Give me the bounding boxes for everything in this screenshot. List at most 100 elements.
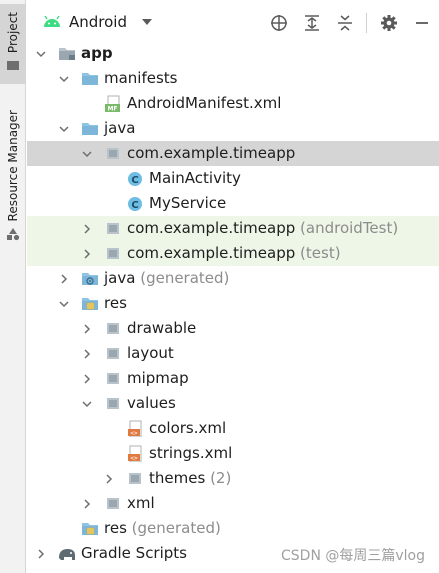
tree-node-label: AndroidManifest.xml <box>127 94 282 112</box>
tree-node-package-test[interactable]: com.example.timeapp (test) <box>27 241 439 266</box>
tree-node-label: app <box>81 44 113 62</box>
tree-node-label: Gradle Scripts <box>81 544 187 562</box>
view-selector[interactable]: Android <box>43 13 153 31</box>
tree-node-label: MainActivity <box>149 169 241 187</box>
tree-node-app[interactable]: app <box>27 41 439 66</box>
tree-node-main-activity[interactable]: MainActivity <box>27 166 439 191</box>
package-icon <box>129 473 141 484</box>
tree-node-res-generated[interactable]: res (generated) <box>27 516 439 541</box>
tree-node-label: res <box>104 294 127 312</box>
package-icon <box>107 323 119 334</box>
chevron-right-icon <box>84 349 90 359</box>
collapse-all-icon <box>338 15 352 31</box>
project-toolbar: Android <box>27 0 439 44</box>
view-selector-label: Android <box>69 13 127 31</box>
crosshair-icon <box>271 15 287 31</box>
minimize-icon <box>416 22 428 24</box>
tree-node-label: mipmap <box>127 369 189 387</box>
chevron-down-icon <box>82 151 92 157</box>
xml-file-icon <box>127 420 142 437</box>
chevron-down-icon <box>59 301 69 307</box>
tree-node-label: layout <box>127 344 174 362</box>
xml-file-icon <box>127 445 142 462</box>
tree-node-suffix: (generated) <box>131 519 221 537</box>
chevron-down-icon <box>59 126 69 132</box>
tree-node-label: xml <box>127 494 155 512</box>
resource-manager-tab-label: Resource Manager <box>6 110 20 222</box>
toolbar-separator <box>366 13 367 33</box>
chevron-right-icon <box>84 324 90 334</box>
select-opened-file-button[interactable] <box>268 12 290 34</box>
tree-node-label: com.example.timeapp <box>127 244 296 262</box>
tree-node-count: (2) <box>210 469 232 487</box>
tree-node-label: res <box>104 519 127 537</box>
chevron-right-icon <box>84 249 90 259</box>
project-tool-tab[interactable]: Project <box>0 4 26 84</box>
folder-icon <box>82 123 98 135</box>
tree-node-my-service[interactable]: MyService <box>27 191 439 216</box>
resource-manager-icon <box>7 228 20 241</box>
manifest-file-icon: MF <box>105 95 120 113</box>
class-icon <box>128 197 142 211</box>
tree-node-label: drawable <box>127 319 197 337</box>
package-icon <box>107 148 119 159</box>
resource-folder-icon <box>81 297 99 311</box>
gear-icon <box>381 15 397 31</box>
tree-node-label: MyService <box>149 194 227 212</box>
tree-node-manifests[interactable]: manifests <box>27 66 439 91</box>
expand-all-icon <box>305 15 319 31</box>
project-tree: app manifests MF AndroidManifest.xml jav… <box>27 41 439 566</box>
tree-node-themes[interactable]: themes (2) <box>27 466 439 491</box>
chevron-right-icon <box>61 274 67 284</box>
manifest-badge: MF <box>107 106 117 113</box>
chevron-right-icon <box>38 549 44 559</box>
project-folder-icon <box>7 61 19 71</box>
chevron-right-icon <box>84 499 90 509</box>
tree-node-package-main[interactable]: com.example.timeapp <box>27 141 439 166</box>
tree-node-java-generated[interactable]: java (generated) <box>27 266 439 291</box>
tree-node-colors-xml[interactable]: colors.xml <box>27 416 439 441</box>
resource-manager-tool-tab[interactable]: Resource Manager <box>0 104 26 254</box>
module-folder-icon <box>59 48 75 60</box>
tree-node-suffix: (test) <box>300 244 341 262</box>
tree-node-label: com.example.timeapp <box>127 144 296 162</box>
tree-node-label: values <box>127 394 176 412</box>
tree-node-label: strings.xml <box>149 444 233 462</box>
tree-node-android-manifest[interactable]: MF AndroidManifest.xml <box>27 91 439 116</box>
tree-node-label: java <box>104 119 136 137</box>
tree-node-label-group: com.example.timeapp (androidTest) <box>127 219 398 238</box>
tree-node-label-group: res (generated) <box>104 519 221 538</box>
tree-node-res[interactable]: res <box>27 291 439 316</box>
collapse-all-button[interactable] <box>334 12 356 34</box>
folder-icon <box>82 73 98 85</box>
tree-node-label-group: themes (2) <box>149 469 231 488</box>
tree-node-layout[interactable]: layout <box>27 341 439 366</box>
tree-node-label: colors.xml <box>149 419 227 437</box>
chevron-down-icon <box>59 76 69 82</box>
tree-node-xml[interactable]: xml <box>27 491 439 516</box>
package-icon <box>107 248 119 259</box>
tree-node-java[interactable]: java <box>27 116 439 141</box>
tree-node-label: themes <box>149 469 206 487</box>
chevron-right-icon <box>106 474 112 484</box>
class-icon <box>128 172 142 186</box>
hide-button[interactable] <box>411 12 433 34</box>
chevron-down-icon <box>36 51 46 57</box>
tree-node-label: com.example.timeapp <box>127 219 296 237</box>
expand-all-button[interactable] <box>301 12 323 34</box>
tree-node-label: manifests <box>104 69 178 87</box>
package-icon <box>107 398 119 409</box>
options-button[interactable] <box>378 12 400 34</box>
tool-window-strip: Project Resource Manager <box>0 0 26 573</box>
tree-node-label-group: java (generated) <box>104 269 229 288</box>
tree-node-mipmap[interactable]: mipmap <box>27 366 439 391</box>
tree-node-drawable[interactable]: drawable <box>27 316 439 341</box>
package-icon <box>107 373 119 384</box>
android-icon <box>44 16 60 27</box>
tree-node-package-android-test[interactable]: com.example.timeapp (androidTest) <box>27 216 439 241</box>
tree-node-values[interactable]: values <box>27 391 439 416</box>
project-tab-label: Project <box>6 12 20 54</box>
tree-node-strings-xml[interactable]: strings.xml <box>27 441 439 466</box>
package-icon <box>107 348 119 359</box>
package-icon <box>107 498 119 509</box>
